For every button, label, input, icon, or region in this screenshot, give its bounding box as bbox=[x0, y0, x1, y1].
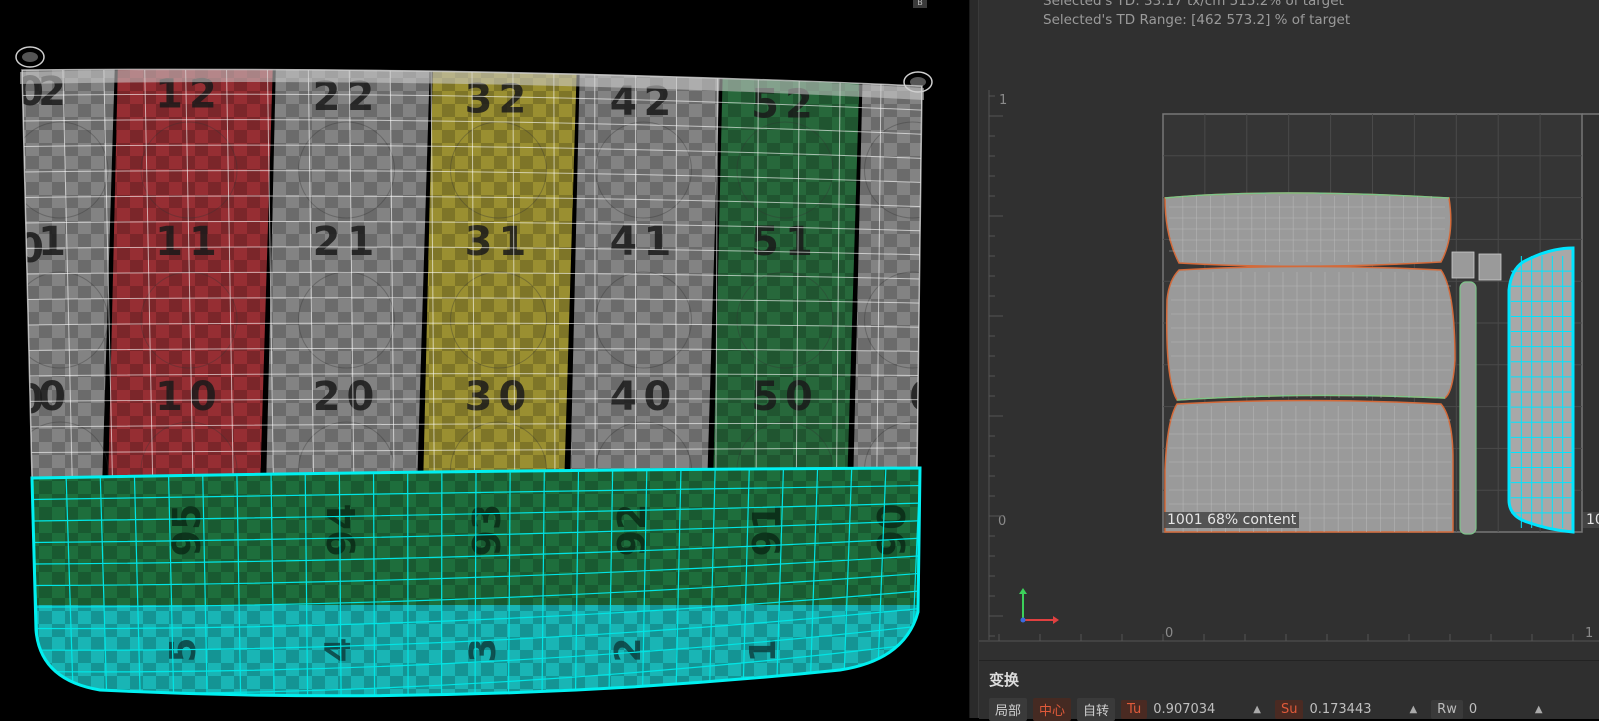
uv-shell-top[interactable] bbox=[1165, 193, 1451, 266]
texture-cell-label: 41 bbox=[610, 219, 678, 265]
mesh-handle-left bbox=[16, 47, 44, 67]
texture-cell-label: 6 bbox=[926, 219, 960, 265]
uv-tile-label-next: 10 bbox=[1583, 512, 1599, 528]
texture-cell-label: 10 bbox=[155, 374, 223, 420]
3d-viewport[interactable]: B 21012111022212032313042414052515066600… bbox=[0, 0, 969, 718]
texture-cell-label: 4 bbox=[318, 637, 359, 662]
uv-canvas[interactable] bbox=[979, 0, 1599, 660]
su-stepper-up-icon[interactable]: ▲ bbox=[1409, 704, 1417, 715]
uv-shell-middle[interactable] bbox=[1167, 267, 1455, 401]
tu-input[interactable]: 0.907034 bbox=[1153, 702, 1247, 717]
mesh-lower-body-selected[interactable]: 95949392919054321 bbox=[0, 465, 969, 715]
transform-panel: 变换 局部 中心 自转 Tu 0.907034 ▲ Su 0.173443 ▲ … bbox=[979, 660, 1599, 719]
su-label: Su bbox=[1275, 700, 1304, 719]
texture-cell-label: 50 bbox=[751, 374, 819, 420]
center-mode-button[interactable]: 中心 bbox=[1033, 698, 1071, 721]
su-input[interactable]: 0.173443 bbox=[1309, 702, 1403, 717]
transform-row: 局部 中心 自转 Tu 0.907034 ▲ Su 0.173443 ▲ Rw … bbox=[989, 699, 1551, 719]
local-mode-button[interactable]: 局部 bbox=[989, 698, 1027, 721]
rw-stepper-up-icon[interactable]: ▲ bbox=[1535, 704, 1543, 715]
rw-input[interactable]: 0 bbox=[1469, 702, 1529, 717]
mesh-upper-body: 2101211102221203231304241405251506660000 bbox=[0, 60, 969, 518]
texture-cell-label: 30 bbox=[465, 374, 533, 420]
panel-splitter[interactable] bbox=[969, 0, 979, 718]
texture-cell-label: 93 bbox=[465, 504, 509, 557]
viewport-mesh-render[interactable]: 2101211102221203231304241405251506660000… bbox=[0, 0, 969, 718]
uv-tile-label: 1001 68% content bbox=[1164, 512, 1299, 528]
texture-cell-label: 95 bbox=[165, 504, 209, 557]
tu-label: Tu bbox=[1121, 700, 1147, 719]
texture-cell-label: 51 bbox=[751, 219, 819, 265]
texture-cell-label: 94 bbox=[320, 504, 364, 557]
uv-shell-selected[interactable] bbox=[1509, 248, 1573, 532]
tu-stepper-up-icon[interactable]: ▲ bbox=[1253, 704, 1261, 715]
texture-cell-label: 21 bbox=[313, 219, 381, 265]
texture-cell-label: 20 bbox=[313, 374, 381, 420]
texture-cell-label: 31 bbox=[465, 219, 533, 265]
texture-cell-label: 40 bbox=[610, 374, 678, 420]
texture-cell-label-prefix: 0 bbox=[16, 226, 44, 272]
transform-title: 变换 bbox=[989, 669, 1019, 690]
rw-label: Rw bbox=[1431, 700, 1463, 719]
texture-cell-label: 90 bbox=[870, 504, 914, 557]
self-rotate-button[interactable]: 自转 bbox=[1077, 698, 1115, 721]
uv-axis-gizmo bbox=[1019, 588, 1059, 624]
texture-cell-label: 6 bbox=[926, 84, 960, 130]
uv-editor-panel[interactable]: Selected's TD: 33.17 tx/cm 515.2% of tar… bbox=[979, 0, 1599, 660]
